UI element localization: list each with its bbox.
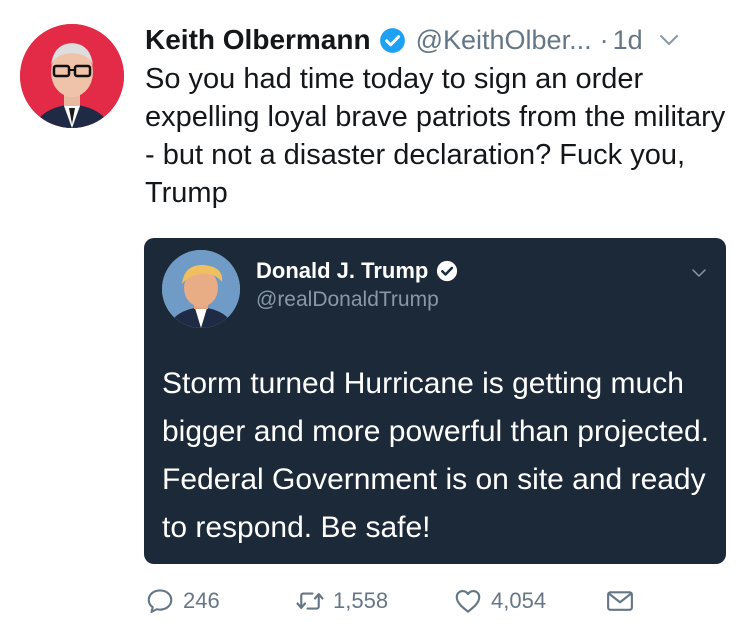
- like-button[interactable]: 4,054: [453, 586, 546, 616]
- envelope-icon: [607, 591, 633, 611]
- author-name[interactable]: Keith Olbermann: [145, 24, 371, 56]
- reply-icon: [147, 589, 173, 614]
- tweet-timestamp[interactable]: 1d: [613, 25, 643, 56]
- quoted-author-name-row: Donald J. Trump: [256, 258, 458, 284]
- tweet-header: Keith Olbermann @KeithOlber... · 1d: [145, 20, 730, 60]
- tweet[interactable]: Keith Olbermann @KeithOlber... · 1d So y…: [0, 0, 750, 633]
- quoted-tweet-text: Storm turned Hurricane is getting much b…: [162, 367, 710, 544]
- retweet-count: 1,558: [333, 588, 389, 613]
- chevron-down-icon[interactable]: [690, 264, 708, 282]
- reply-button[interactable]: 246: [145, 586, 220, 616]
- chevron-down-icon[interactable]: [657, 28, 681, 52]
- retweet-button[interactable]: 1,558: [295, 586, 388, 616]
- quoted-author-handle[interactable]: @realDonaldTrump: [256, 288, 439, 312]
- like-count: 4,054: [491, 588, 547, 613]
- heart-icon: [455, 589, 481, 613]
- author-avatar[interactable]: [20, 24, 124, 128]
- separator-dot: ·: [599, 24, 609, 55]
- retweet-icon: [296, 592, 324, 610]
- quoted-author-avatar[interactable]: [162, 250, 240, 328]
- author-handle[interactable]: @KeithOlber...: [416, 25, 592, 56]
- tweet-text: So you had time today to sign an order e…: [145, 63, 726, 209]
- reply-count: 246: [183, 588, 220, 613]
- quoted-tweet[interactable]: Donald J. Trump @realDonaldTrump Storm t…: [144, 238, 726, 564]
- verified-badge-icon: [379, 27, 405, 53]
- direct-message-button[interactable]: [605, 586, 635, 616]
- verified-badge-icon: [437, 260, 458, 282]
- quoted-author-name[interactable]: Donald J. Trump: [256, 258, 428, 284]
- tweet-actions: 246 1,558 4,054: [145, 586, 665, 626]
